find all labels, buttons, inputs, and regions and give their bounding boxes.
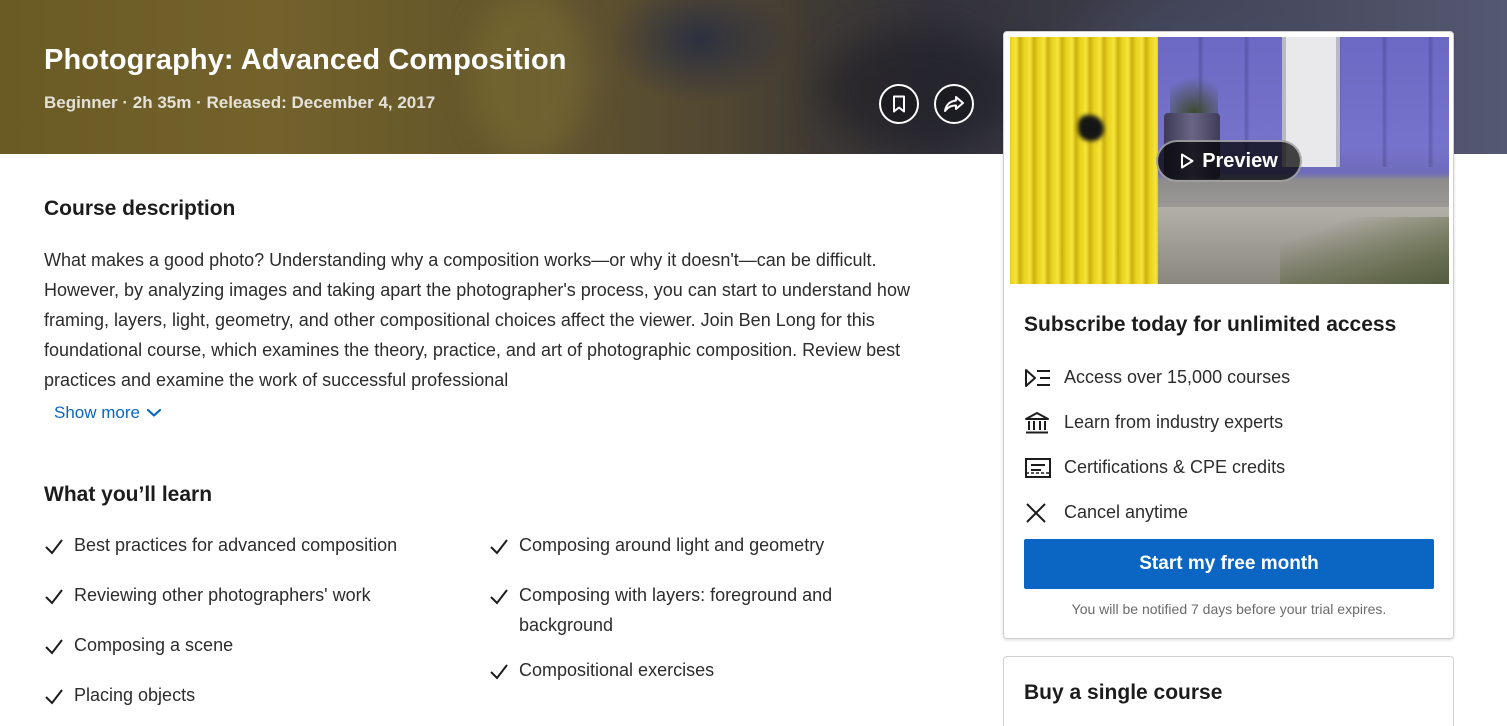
hero-background-blur bbox=[470, 0, 590, 154]
checkmark-icon bbox=[44, 630, 74, 665]
start-free-month-button[interactable]: Start my free month bbox=[1024, 539, 1434, 589]
thumbnail-spray-mark bbox=[1078, 115, 1104, 141]
checkmark-icon bbox=[44, 530, 74, 565]
benefit-item: Certifications & CPE credits bbox=[1024, 445, 1290, 490]
thumbnail-grass bbox=[1280, 217, 1449, 284]
learn-item-label: Placing objects bbox=[74, 685, 196, 705]
learn-list-item: Reviewing other photographers' work bbox=[44, 580, 464, 615]
bookmark-icon bbox=[893, 95, 905, 113]
certificate-icon bbox=[1024, 457, 1064, 479]
preview-button[interactable]: Preview bbox=[1156, 140, 1302, 182]
learn-item-label: Composing a scene bbox=[74, 635, 234, 655]
course-title: Photography: Advanced Composition bbox=[44, 44, 567, 76]
chevron-down-icon bbox=[146, 408, 162, 417]
thumbnail-plant bbox=[1170, 67, 1218, 119]
learn-list-item: Placing objects bbox=[44, 680, 464, 715]
course-meta: Beginner · 2h 35m · Released: December 4… bbox=[44, 93, 436, 112]
preview-label: Preview bbox=[1202, 149, 1278, 172]
share-arrow-icon bbox=[944, 96, 964, 112]
learn-item-label: Best practices for advanced composition bbox=[74, 535, 398, 555]
learn-list-item: Best practices for advanced composition bbox=[44, 530, 464, 565]
checkmark-icon bbox=[44, 580, 74, 615]
learn-list-column-2: Composing around light and geometry Comp… bbox=[489, 530, 909, 705]
checkmark-icon bbox=[489, 655, 519, 690]
what-you-learn-heading: What you’ll learn bbox=[44, 483, 213, 506]
benefit-label: Certifications & CPE credits bbox=[1064, 457, 1286, 477]
close-x-icon bbox=[1024, 502, 1064, 524]
subscribe-card: Preview Subscribe today for unlimited ac… bbox=[1003, 31, 1454, 639]
show-more-link[interactable]: Show more bbox=[54, 403, 162, 423]
benefits-list: Access over 15,000 courses Learn from in… bbox=[1024, 355, 1290, 535]
play-icon bbox=[1181, 153, 1194, 169]
checkmark-icon bbox=[44, 680, 74, 715]
learn-item-label: Reviewing other photographers' work bbox=[74, 585, 371, 605]
course-description-text: What makes a good photo? Understanding w… bbox=[44, 250, 910, 390]
learn-list-item: Composing a scene bbox=[44, 630, 464, 665]
benefit-label: Cancel anytime bbox=[1064, 502, 1189, 522]
trial-notice: You will be notified 7 days before your … bbox=[1071, 601, 1387, 617]
benefit-item: Cancel anytime bbox=[1024, 490, 1290, 535]
benefit-label: Learn from industry experts bbox=[1064, 412, 1284, 432]
learn-item-label: Composing with layers: foreground and ba… bbox=[519, 585, 833, 635]
checkmark-icon bbox=[489, 530, 519, 565]
benefit-item: Access over 15,000 courses bbox=[1024, 355, 1290, 400]
checkmark-icon bbox=[489, 580, 519, 615]
subscribe-title: Subscribe today for unlimited access bbox=[1024, 313, 1397, 336]
hero-background-shadow bbox=[820, 30, 1020, 150]
course-preview-thumbnail[interactable]: Preview bbox=[1010, 37, 1449, 284]
learn-item-label: Compositional exercises bbox=[519, 660, 715, 680]
learn-list-item: Composing around light and geometry bbox=[489, 530, 909, 565]
learn-item-label: Composing around light and geometry bbox=[519, 535, 825, 555]
save-course-button[interactable] bbox=[879, 84, 919, 124]
benefit-item: Learn from industry experts bbox=[1024, 400, 1290, 445]
share-course-button[interactable] bbox=[934, 84, 974, 124]
benefit-label: Access over 15,000 courses bbox=[1064, 367, 1291, 387]
learn-list-column-1: Best practices for advanced composition … bbox=[44, 530, 464, 726]
single-course-title: Buy a single course bbox=[1024, 681, 1223, 704]
course-list-icon bbox=[1024, 368, 1064, 388]
institution-icon bbox=[1024, 411, 1064, 435]
learn-list-item: Composing with layers: foreground and ba… bbox=[489, 580, 909, 640]
single-course-card: Buy a single course bbox=[1003, 656, 1454, 726]
course-description-heading: Course description bbox=[44, 197, 236, 220]
thumbnail-yellow-wall bbox=[1010, 37, 1158, 284]
learn-list-item: Compositional exercises bbox=[489, 655, 909, 690]
show-more-label: Show more bbox=[54, 403, 140, 422]
